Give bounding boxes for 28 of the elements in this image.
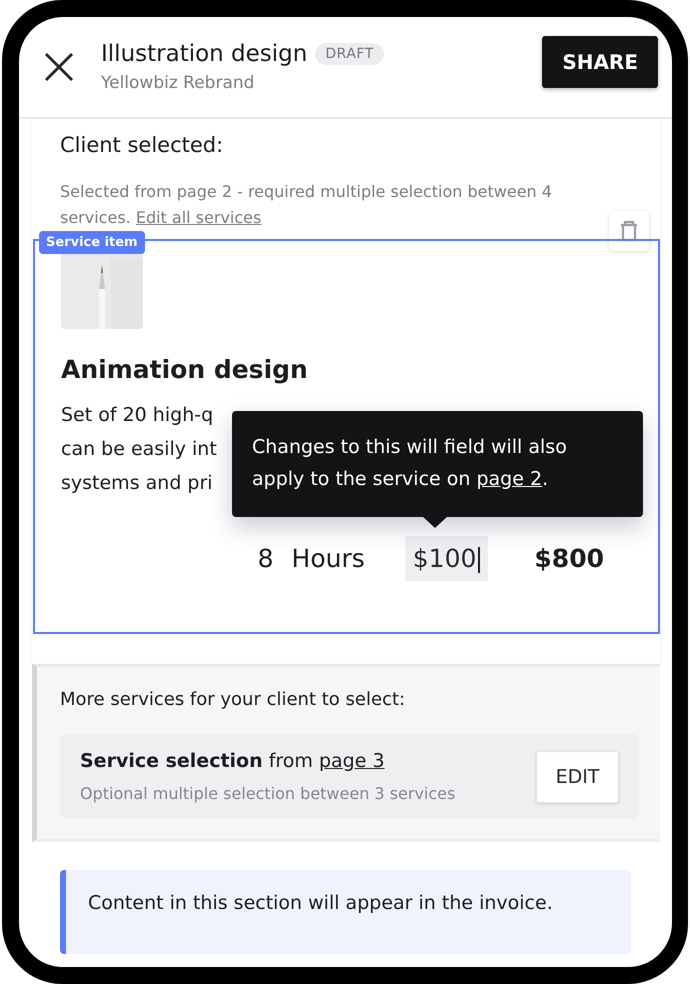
item-label: Service item: [39, 231, 145, 254]
info-callout: Content in this section will appear in the invoice.: [60, 870, 631, 954]
project-name: Yellowbiz Rebrand: [101, 73, 256, 93]
close-icon[interactable]: [43, 51, 75, 83]
description-line: Set of 20 high-q: [61, 403, 214, 428]
status-badge: DRAFT: [315, 43, 384, 65]
trash-icon: [619, 220, 639, 242]
section-heading: More services for your client to select:: [60, 689, 406, 710]
tooltip: Changes to this will field will also apply to the service on page 2.: [232, 411, 643, 517]
edit-button[interactable]: EDIT: [536, 750, 619, 802]
description-line: systems and pri: [61, 471, 213, 496]
selection-note: Selected from page 2 - required multiple selection between 4 services. Edit all services: [59, 181, 553, 229]
unit: Hours: [292, 544, 365, 574]
section-heading: Client selected:: [59, 133, 224, 157]
card-title: Service selection from page 3: [80, 750, 386, 772]
tooltip-pointer: [422, 516, 448, 528]
card-subtitle: Optional multiple selection between 3 services: [80, 784, 456, 803]
rate-field[interactable]: $100: [404, 536, 488, 582]
page-link[interactable]: page 2: [476, 468, 542, 490]
document-title: Illustration design: [101, 41, 308, 67]
page-link[interactable]: page 3: [318, 750, 385, 772]
edit-services-link[interactable]: Edit all services: [136, 208, 262, 227]
total-price: $800: [534, 544, 604, 574]
share-button[interactable]: SHARE: [542, 36, 658, 88]
quantity: 8: [258, 544, 274, 574]
trash-button[interactable]: [609, 211, 649, 251]
description-line: can be easily int: [61, 437, 217, 462]
service-title: Animation design: [61, 355, 309, 384]
